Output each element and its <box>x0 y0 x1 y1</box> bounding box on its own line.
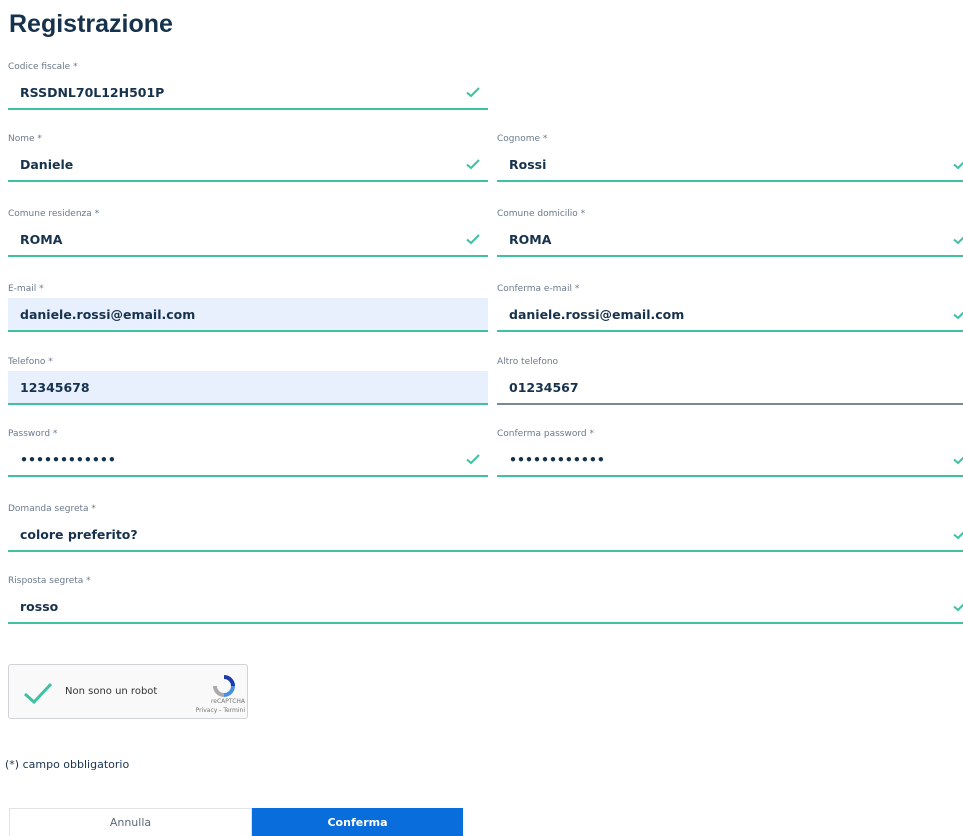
nome-input[interactable]: Daniele <box>8 148 488 182</box>
nome-label: Nome * <box>8 134 42 144</box>
nome-value: Daniele <box>20 157 74 172</box>
recaptcha-widget[interactable]: Non sono un robot reCAPTCHA Privacy - Te… <box>8 664 248 719</box>
cognome-value: Rossi <box>509 157 547 172</box>
domanda-segreta-label: Domanda segreta * <box>8 504 96 514</box>
captcha-brand: reCAPTCHA <box>210 698 245 705</box>
email-field: E-mail * daniele.rossi@email.com <box>8 284 488 334</box>
check-icon <box>953 311 963 320</box>
comune-residenza-label: Comune residenza * <box>8 209 100 219</box>
cognome-label: Cognome * <box>497 134 548 144</box>
required-note: (*) campo obbligatorio <box>5 758 130 771</box>
telefono-input[interactable]: 12345678 <box>8 371 488 405</box>
cognome-field: Cognome * Rossi <box>497 134 963 184</box>
check-icon <box>466 87 480 98</box>
password-input[interactable]: •••••••••••• <box>8 443 488 477</box>
domanda-segreta-field: Domanda segreta * colore preferito? <box>8 504 963 554</box>
password-value: •••••••••••• <box>20 452 116 467</box>
password-field: Password * •••••••••••• <box>8 429 488 479</box>
risposta-segreta-field: Risposta segreta * rosso <box>8 576 963 626</box>
check-icon <box>953 236 963 245</box>
codice-fiscale-value: RSSDNL70L12H501P <box>20 85 165 100</box>
conferma-password-field: Conferma password * •••••••••••• <box>497 429 963 479</box>
risposta-segreta-input[interactable]: rosso <box>8 590 963 624</box>
risposta-segreta-value: rosso <box>20 599 59 614</box>
captcha-label: Non sono un robot <box>65 686 158 697</box>
comune-domicilio-field: Comune domicilio * ROMA <box>497 209 963 259</box>
conferma-password-input[interactable]: •••••••••••• <box>497 443 963 477</box>
check-icon <box>953 531 963 540</box>
altro-telefono-value: 01234567 <box>509 380 579 395</box>
conferma-password-label: Conferma password * <box>497 429 594 439</box>
conferma-email-label: Conferma e-mail * <box>497 284 580 294</box>
cognome-input[interactable]: Rossi <box>497 148 963 182</box>
telefono-field: Telefono * 12345678 <box>8 357 488 407</box>
captcha-check-icon <box>24 682 53 705</box>
confirm-button[interactable]: Conferma <box>252 808 463 836</box>
check-icon <box>953 456 963 465</box>
conferma-email-field: Conferma e-mail * daniele.rossi@email.co… <box>497 284 963 334</box>
domanda-segreta-input[interactable]: colore preferito? <box>8 518 963 552</box>
codice-fiscale-input[interactable]: RSSDNL70L12H501P <box>8 76 488 110</box>
email-label: E-mail * <box>8 284 44 294</box>
telefono-value: 12345678 <box>20 380 90 395</box>
domanda-segreta-value: colore preferito? <box>20 527 138 542</box>
codice-fiscale-label: Codice fiscale * <box>8 62 78 72</box>
comune-residenza-input[interactable]: ROMA <box>8 223 488 257</box>
conferma-password-value: •••••••••••• <box>509 452 605 467</box>
page-title: Registrazione <box>9 10 173 38</box>
altro-telefono-label: Altro telefono <box>497 357 559 367</box>
check-icon <box>953 603 963 612</box>
conferma-email-value: daniele.rossi@email.com <box>509 307 685 322</box>
telefono-label: Telefono * <box>8 357 53 367</box>
password-label: Password * <box>8 429 58 439</box>
email-value: daniele.rossi@email.com <box>20 307 196 322</box>
recaptcha-logo-icon <box>213 675 235 697</box>
captcha-links[interactable]: Privacy - Termini <box>179 707 245 714</box>
email-input[interactable]: daniele.rossi@email.com <box>8 298 488 332</box>
altro-telefono-field: Altro telefono 01234567 <box>497 357 963 407</box>
check-icon <box>466 234 480 245</box>
codice-fiscale-field: Codice fiscale * RSSDNL70L12H501P <box>8 62 488 112</box>
risposta-segreta-label: Risposta segreta * <box>8 576 91 586</box>
check-icon <box>466 454 480 465</box>
check-icon <box>466 159 480 170</box>
comune-domicilio-value: ROMA <box>509 232 552 247</box>
comune-residenza-value: ROMA <box>20 232 63 247</box>
cancel-button[interactable]: Annulla <box>9 808 252 836</box>
nome-field: Nome * Daniele <box>8 134 488 184</box>
comune-domicilio-input[interactable]: ROMA <box>497 223 963 257</box>
comune-residenza-field: Comune residenza * ROMA <box>8 209 488 259</box>
conferma-email-input[interactable]: daniele.rossi@email.com <box>497 298 963 332</box>
comune-domicilio-label: Comune domicilio * <box>497 209 586 219</box>
check-icon <box>953 161 963 170</box>
altro-telefono-input[interactable]: 01234567 <box>497 371 963 405</box>
